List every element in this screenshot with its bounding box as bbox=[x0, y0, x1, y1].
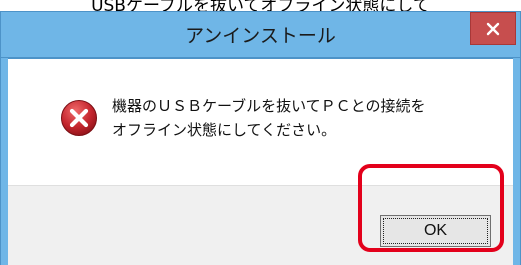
title-bar[interactable]: アンインストール bbox=[0, 11, 521, 58]
error-icon bbox=[61, 100, 97, 136]
window-frame-right bbox=[513, 58, 521, 265]
dialog-title: アンインストール bbox=[185, 25, 336, 47]
message-area: 機器のＵＳＢケーブルを抜いてＰＣとの接続を オフライン状態にしてください。 bbox=[8, 58, 513, 185]
close-button[interactable] bbox=[470, 12, 516, 45]
close-icon bbox=[486, 22, 500, 35]
message-line-2: オフライン状態にしてください。 bbox=[112, 121, 337, 139]
button-bar: OK bbox=[8, 185, 513, 265]
ok-button[interactable]: OK bbox=[380, 215, 491, 247]
window-frame-left bbox=[0, 58, 8, 265]
error-message: 機器のＵＳＢケーブルを抜いてＰＣとの接続を オフライン状態にしてください。 bbox=[112, 94, 426, 142]
message-line-1: 機器のＵＳＢケーブルを抜いてＰＣとの接続を bbox=[112, 97, 426, 115]
uninstall-dialog: アンインストール 機器のＵＳＢケーブルを抜いてＰＣとの接続を オフライン状態にし… bbox=[0, 11, 521, 265]
